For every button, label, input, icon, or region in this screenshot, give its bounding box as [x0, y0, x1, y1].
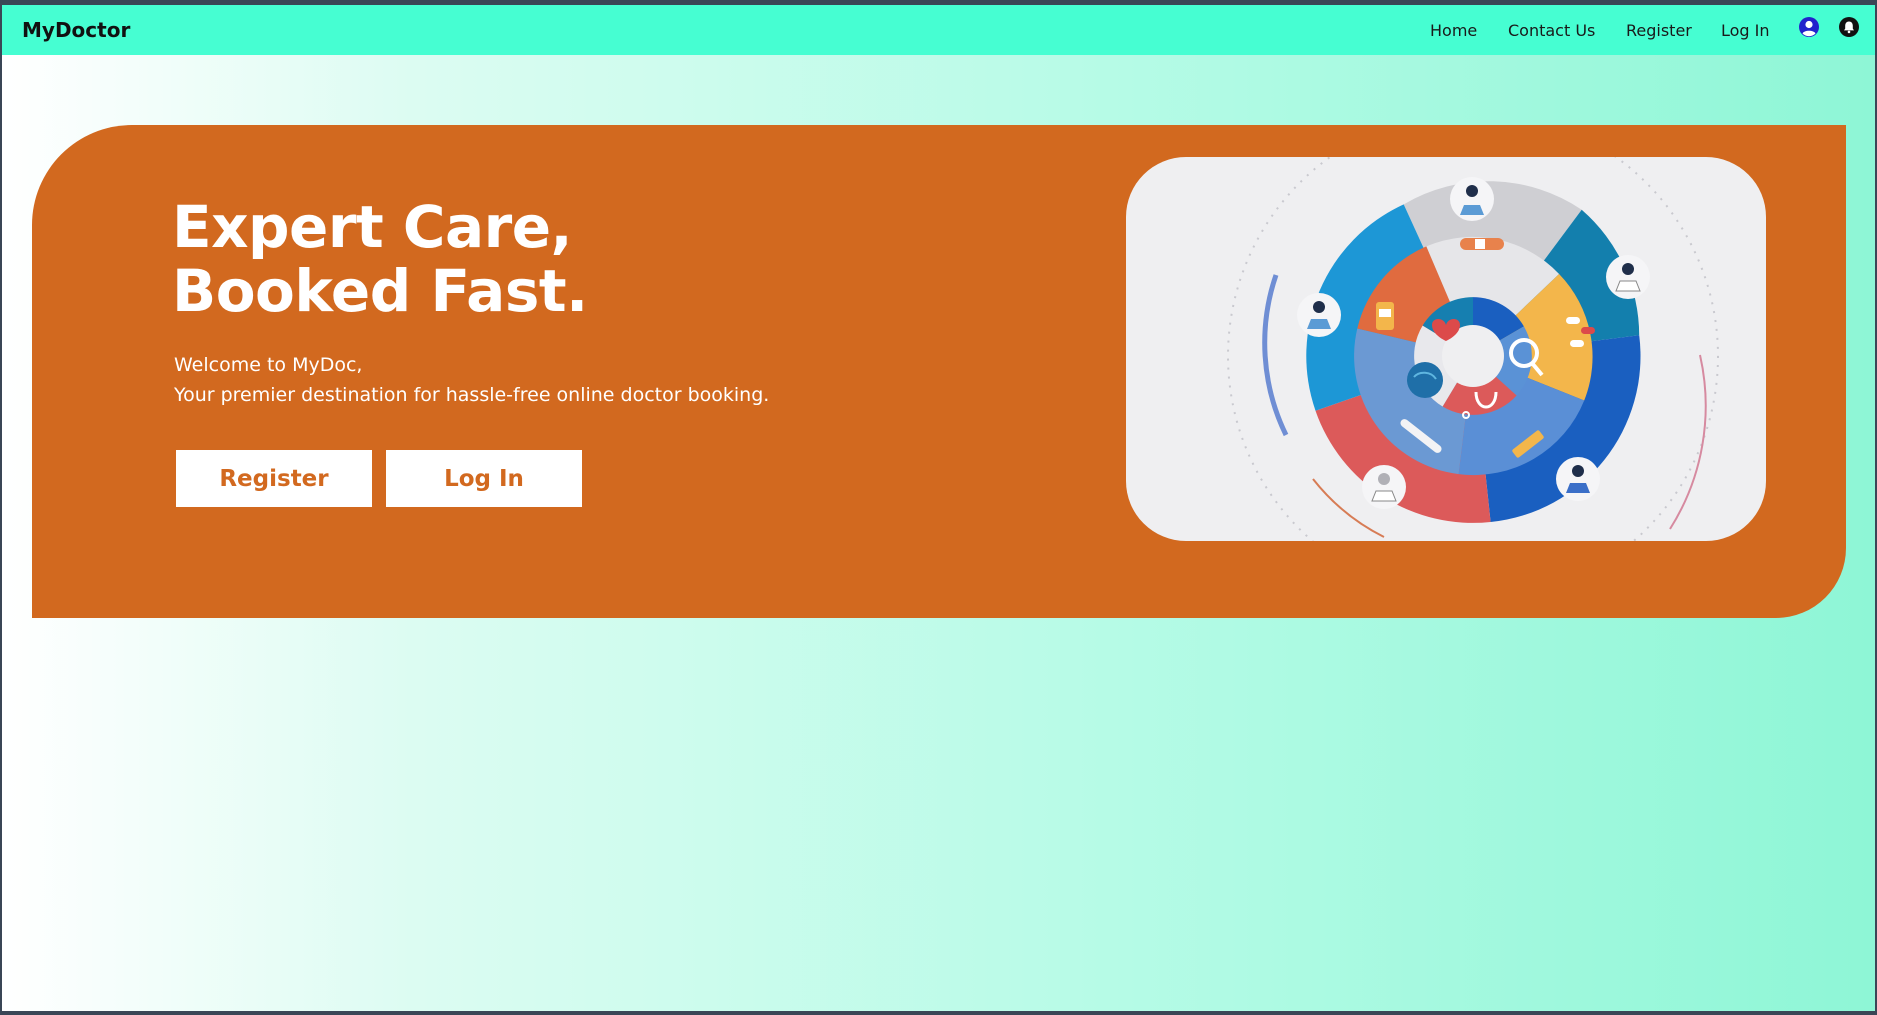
medical-services-illustration: [1126, 157, 1766, 541]
hero-welcome-text: Welcome to MyDoc,: [174, 354, 363, 376]
hero-banner: Expert Care, Booked Fast. Welcome to MyD…: [32, 125, 1846, 618]
navbar: MyDoctor Home Contact Us Register Log In: [2, 5, 1875, 55]
hero-title: Expert Care, Booked Fast.: [172, 195, 588, 323]
nav-link-log-in[interactable]: Log In: [1721, 21, 1770, 40]
browser-viewport: MyDoctor Home Contact Us Register Log In…: [2, 5, 1875, 1011]
nav-link-contact-us[interactable]: Contact Us: [1508, 21, 1595, 40]
hero-login-button[interactable]: Log In: [386, 450, 582, 507]
medical-wheel-graphic: [1227, 157, 1719, 541]
brand-logo[interactable]: MyDoctor: [22, 18, 130, 42]
nav-link-home[interactable]: Home: [1430, 21, 1477, 40]
hero-register-button[interactable]: Register: [176, 450, 372, 507]
user-circle-icon[interactable]: [1798, 16, 1820, 38]
nav-link-register[interactable]: Register: [1626, 21, 1692, 40]
hero-tagline: Your premier destination for hassle-free…: [174, 384, 770, 406]
hero-title-line-1: Expert Care,: [172, 193, 573, 261]
notification-bell-icon[interactable]: [1838, 16, 1860, 38]
hero-title-line-2: Booked Fast.: [172, 257, 588, 325]
hero-subtitle: Welcome to MyDoc, Your premier destinati…: [174, 350, 769, 410]
